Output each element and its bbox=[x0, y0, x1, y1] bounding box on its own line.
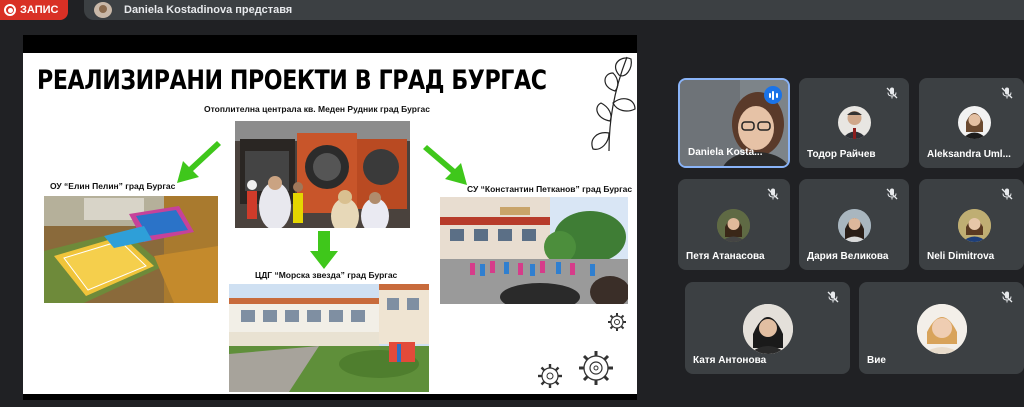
avatar bbox=[958, 106, 991, 139]
caption-morska-zvezda-kindergarten: ЦДГ “Морска звезда” град Бургас bbox=[255, 270, 398, 280]
participant-tile[interactable]: Петя Атанасова bbox=[678, 179, 790, 270]
participant-tile[interactable]: Вие bbox=[859, 282, 1024, 374]
participant-name: Aleksandra Uml... bbox=[927, 149, 1011, 160]
mic-off-icon bbox=[767, 188, 779, 200]
participant-name: Neli Dimitrova bbox=[927, 251, 995, 262]
presenter-bar[interactable]: Daniela Kostadinova представя bbox=[84, 0, 1024, 20]
caption-petkanov-school: СУ “Константин Петканов” град Бургас bbox=[467, 184, 633, 194]
gear-decoration-icon bbox=[538, 364, 562, 388]
mic-off-icon bbox=[1001, 87, 1013, 99]
meet-screen: ЗАПИС Daniela Kostadinova представя РЕАЛ… bbox=[0, 0, 1024, 407]
participant-tile[interactable]: Дария Великова bbox=[799, 179, 909, 270]
participant-tile[interactable]: Daniela Kosta... bbox=[678, 78, 790, 168]
caption-heating-plant: Отоплителна централа кв. Меден Рудник гр… bbox=[204, 104, 430, 114]
mic-off-icon bbox=[827, 291, 839, 303]
presenter-text: Daniela Kostadinova представя bbox=[124, 4, 293, 16]
slide-bottom-strip bbox=[23, 394, 637, 400]
gear-decoration-icon bbox=[608, 313, 626, 331]
participant-name: Дария Великова bbox=[807, 251, 889, 262]
arrow-right-icon bbox=[423, 145, 467, 185]
slide-top-strip bbox=[23, 35, 637, 53]
participant-tile[interactable]: Aleksandra Uml... bbox=[919, 78, 1024, 168]
participant-name: Катя Антонова bbox=[693, 355, 767, 366]
speaking-indicator-icon bbox=[764, 86, 782, 104]
avatar bbox=[743, 304, 793, 354]
mic-off-icon bbox=[886, 188, 898, 200]
recording-indicator[interactable]: ЗАПИС bbox=[0, 0, 68, 20]
participant-name: Вие bbox=[867, 355, 886, 366]
mic-off-icon bbox=[1001, 291, 1013, 303]
avatar bbox=[838, 106, 871, 139]
participant-tile[interactable]: Тодор Райчев bbox=[799, 78, 909, 168]
avatar bbox=[717, 209, 750, 242]
presenter-avatar bbox=[94, 2, 112, 18]
participant-name: Daniela Kosta... bbox=[688, 147, 763, 158]
record-icon bbox=[4, 4, 16, 16]
mic-off-icon bbox=[886, 87, 898, 99]
presentation-slide: РЕАЛИЗИРАНИ ПРОЕКТИ В ГРАД БУРГАС Отопли… bbox=[23, 35, 637, 400]
recording-label: ЗАПИС bbox=[20, 4, 59, 16]
caption-elin-pelin-school: ОУ “Елин Пелин” град Бургас bbox=[50, 181, 176, 191]
avatar bbox=[917, 304, 967, 354]
mic-off-icon bbox=[1001, 188, 1013, 200]
participant-name: Тодор Райчев bbox=[807, 149, 876, 160]
gear-decoration-icon bbox=[579, 351, 613, 385]
avatar bbox=[958, 209, 991, 242]
heating-plant-photo bbox=[235, 121, 410, 228]
participant-name: Петя Атанасова bbox=[686, 251, 765, 262]
participant-tile[interactable]: Neli Dimitrova bbox=[919, 179, 1024, 270]
school-courtyard-photo bbox=[440, 197, 628, 304]
slide-title: РЕАЛИЗИРАНИ ПРОЕКТИ В ГРАД БУРГАС bbox=[37, 65, 547, 96]
avatar bbox=[838, 209, 871, 242]
participant-tile[interactable]: Катя Антонова bbox=[685, 282, 850, 374]
arrow-left-icon bbox=[177, 141, 221, 183]
arrow-down-icon bbox=[310, 231, 338, 269]
leaf-decoration-icon bbox=[591, 56, 636, 152]
kindergarten-photo bbox=[229, 284, 429, 392]
school-sports-field-photo bbox=[44, 196, 218, 303]
